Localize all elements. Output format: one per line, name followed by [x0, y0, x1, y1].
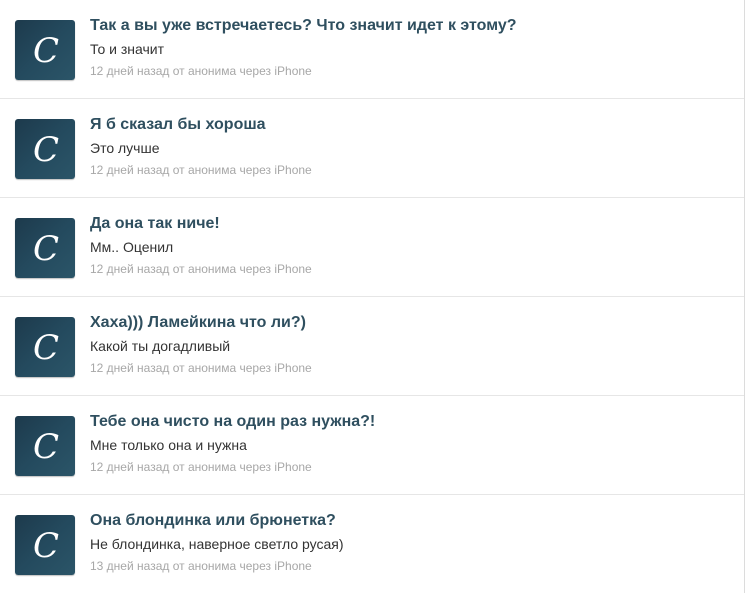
- avatar[interactable]: C: [15, 20, 75, 80]
- list-item: C Хаха))) Ламейкина что ли?) Какой ты до…: [0, 297, 744, 396]
- answer-meta: 12 дней назад от анонима через iPhone: [90, 163, 312, 177]
- avatar[interactable]: C: [15, 218, 75, 278]
- avatar[interactable]: C: [15, 119, 75, 179]
- question-link[interactable]: Она блондинка или брюнетка?: [90, 512, 336, 530]
- list-item: C Она блондинка или брюнетка? Не блондин…: [0, 495, 744, 594]
- answer-text: Мне только она и нужна: [90, 437, 247, 453]
- answer-meta: 12 дней назад от анонима через iPhone: [90, 361, 312, 375]
- list-item: C Я б сказал бы хороша Это лучше 12 дней…: [0, 99, 744, 198]
- question-link[interactable]: Тебе она чисто на один раз нужна?!: [90, 413, 375, 431]
- list-item: C Да она так ниче! Мм.. Оценил 12 дней н…: [0, 198, 744, 297]
- answer-meta: 13 дней назад от анонима через iPhone: [90, 559, 312, 573]
- question-link[interactable]: Я б сказал бы хороша: [90, 116, 266, 134]
- avatar-letter-icon: C: [32, 526, 59, 566]
- answer-text: Какой ты догадливый: [90, 338, 231, 354]
- answer-meta: 12 дней назад от анонима через iPhone: [90, 262, 312, 276]
- answer-text: Не блондинка, наверное светло русая): [90, 536, 344, 552]
- answers-feed: C Так а вы уже встречаетесь? Что значит …: [0, 0, 745, 593]
- avatar-letter-icon: C: [32, 130, 59, 170]
- avatar-letter-icon: C: [32, 229, 59, 269]
- question-link[interactable]: Хаха))) Ламейкина что ли?): [90, 314, 306, 332]
- avatar-letter-icon: C: [32, 31, 59, 71]
- answer-meta: 12 дней назад от анонима через iPhone: [90, 64, 312, 78]
- answer-text: То и значит: [90, 41, 164, 57]
- avatar-letter-icon: C: [32, 427, 59, 467]
- question-link[interactable]: Да она так ниче!: [90, 215, 220, 233]
- avatar[interactable]: C: [15, 515, 75, 575]
- avatar[interactable]: C: [15, 416, 75, 476]
- avatar[interactable]: C: [15, 317, 75, 377]
- answer-text: Это лучше: [90, 140, 160, 156]
- avatar-letter-icon: C: [32, 328, 59, 368]
- answer-meta: 12 дней назад от анонима через iPhone: [90, 460, 312, 474]
- question-link[interactable]: Так а вы уже встречаетесь? Что значит ид…: [90, 17, 517, 35]
- list-item: C Тебе она чисто на один раз нужна?! Мне…: [0, 396, 744, 495]
- list-item: C Так а вы уже встречаетесь? Что значит …: [0, 0, 744, 99]
- answer-text: Мм.. Оценил: [90, 239, 174, 255]
